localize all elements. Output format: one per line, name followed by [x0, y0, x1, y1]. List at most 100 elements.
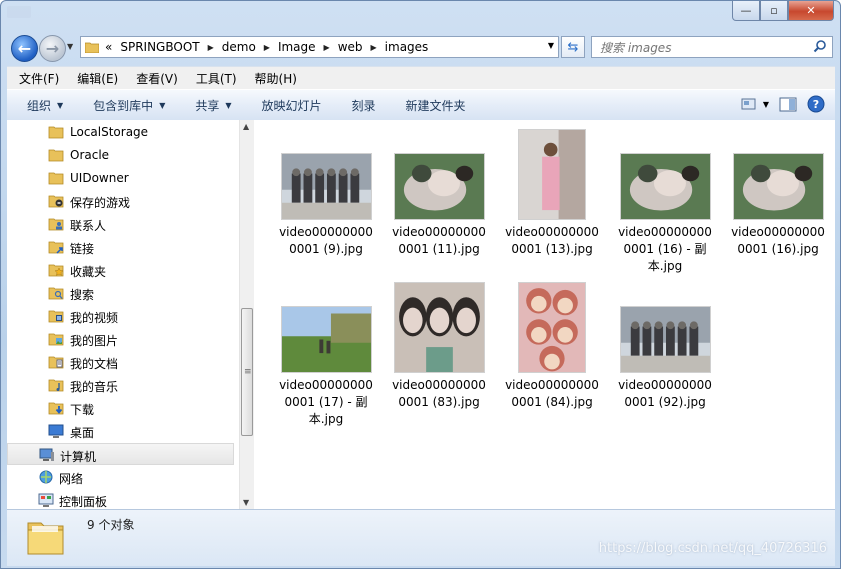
folder-icon: [48, 147, 64, 163]
sidebar-item[interactable]: 我的视频: [7, 305, 234, 327]
sidebar-item[interactable]: LocalStorage: [7, 121, 234, 143]
breadcrumb-item[interactable]: Image: [278, 40, 316, 54]
sidebar-item[interactable]: 控制面板: [7, 489, 234, 509]
main-pane: LocalStorage Oracle UIDowner 保存的游戏联系人链接 收藏夹搜…: [7, 120, 835, 509]
file-name-line: video00000000: [392, 378, 486, 392]
help-icon[interactable]: ?: [807, 95, 825, 113]
refresh-icon: ⇆: [567, 39, 579, 55]
address-bar[interactable]: « SPRINGBOOT ▶ demo ▶ Image ▶ web ▶ images ▼: [80, 36, 559, 58]
downloads-icon: [48, 400, 64, 416]
file-item[interactable]: video00000000 0001 (11).jpg: [383, 120, 495, 270]
sidebar-item-label: 网络: [59, 472, 84, 486]
breadcrumb-item[interactable]: web: [338, 40, 363, 54]
file-name: video00000000 0001 (11).jpg: [383, 224, 495, 258]
file-item[interactable]: video00000000 0001 (17) - 副本.jpg: [270, 273, 382, 426]
sidebar-item-label: 桌面: [70, 426, 95, 440]
sidebar-item[interactable]: 链接: [7, 236, 234, 258]
file-item[interactable]: video00000000 0001 (9).jpg: [270, 120, 382, 270]
sidebar-item-label: 控制面板: [59, 495, 108, 509]
file-item[interactable]: video00000000 0001 (13).jpg: [496, 120, 608, 270]
sidebar-item-label: 搜索: [70, 288, 95, 302]
file-item[interactable]: video00000000 0001 (16) - 副本.jpg: [609, 120, 721, 273]
sidebar-item[interactable]: 我的文档: [7, 351, 234, 373]
sidebar-item[interactable]: 联系人: [7, 213, 234, 235]
scroll-down-icon[interactable]: ▼: [243, 498, 249, 507]
item-count: 9 个对象: [87, 518, 135, 532]
sidebar-item[interactable]: 搜索: [7, 282, 234, 304]
file-item[interactable]: video00000000 0001 (92).jpg: [609, 273, 721, 423]
share-button[interactable]: 共享 ▼: [165, 97, 231, 114]
new-folder-button[interactable]: 新建文件夹: [376, 97, 466, 114]
file-name: video00000000 0001 (17) - 副本.jpg: [270, 377, 382, 428]
menu-file[interactable]: 文件(F): [7, 70, 65, 87]
menu-edit[interactable]: 编辑(E): [65, 70, 124, 87]
folder-icon: [27, 522, 64, 555]
forward-arrow-icon: →: [45, 39, 60, 58]
file-name-line: 0001 (13).jpg: [511, 242, 593, 256]
sidebar-item-label: 我的图片: [70, 334, 119, 348]
scroll-up-icon[interactable]: ▲: [243, 122, 249, 131]
breadcrumb-chevron-icon[interactable]: ▶: [371, 43, 377, 52]
include-in-library-button[interactable]: 包含到库中 ▼: [63, 97, 165, 114]
caption-buttons: — ▫ ✕: [732, 1, 834, 21]
search-input[interactable]: [598, 38, 802, 58]
organize-button[interactable]: 组织 ▼: [7, 97, 63, 114]
image-thumbnail: [280, 306, 372, 373]
menu-bar: 文件(F) 编辑(E) 查看(V) 工具(T) 帮助(H): [7, 66, 835, 89]
view-dropdown-icon[interactable]: ▼: [763, 100, 769, 109]
address-dropdown-icon[interactable]: ▼: [548, 41, 554, 50]
sidebar-item[interactable]: 收藏夹: [7, 259, 234, 281]
file-item[interactable]: video00000000 0001 (83).jpg: [383, 273, 495, 423]
slideshow-button[interactable]: 放映幻灯片: [232, 97, 322, 114]
sidebar-item[interactable]: 网络: [7, 466, 234, 488]
breadcrumb-chevron-icon[interactable]: ▶: [324, 43, 330, 52]
preview-pane-icon[interactable]: [779, 97, 797, 112]
file-name-line: video00000000: [392, 225, 486, 239]
breadcrumb-overflow[interactable]: «: [105, 40, 112, 54]
sidebar-item[interactable]: Oracle: [7, 144, 234, 166]
forward-button[interactable]: →: [39, 35, 66, 62]
menu-view[interactable]: 查看(V): [124, 70, 184, 87]
menu-tools[interactable]: 工具(T): [184, 70, 243, 87]
scrollbar-thumb[interactable]: ≡: [241, 308, 253, 436]
breadcrumb-item[interactable]: images: [385, 40, 429, 54]
maximize-button[interactable]: ▫: [760, 1, 788, 21]
search-box[interactable]: [591, 36, 833, 58]
breadcrumb-chevron-icon[interactable]: ▶: [264, 43, 270, 52]
file-list[interactable]: video00000000 0001 (9).jpg video00000000 00…: [255, 120, 835, 509]
history-dropdown-icon[interactable]: ▼: [67, 42, 73, 51]
explorer-window: — ▫ ✕ ← → ▼ « SPRINGBOOT ▶ demo ▶ Image ▶ w…: [0, 0, 841, 569]
change-view-icon[interactable]: [741, 98, 757, 111]
sidebar-item[interactable]: 桌面: [7, 420, 234, 442]
breadcrumb-chevron-icon[interactable]: ▶: [208, 43, 214, 52]
nav-scrollbar[interactable]: ▲ ≡ ▼: [239, 120, 254, 509]
sidebar-item[interactable]: 我的图片: [7, 328, 234, 350]
watermark: https://blog.csdn.net/qq_40726316: [598, 541, 827, 556]
image-thumbnail: [518, 129, 586, 220]
sidebar-item-label: Oracle: [70, 148, 110, 162]
title-bar[interactable]: — ▫ ✕: [1, 1, 840, 29]
navigation-tree[interactable]: LocalStorage Oracle UIDowner 保存的游戏联系人链接 收藏夹搜…: [7, 120, 239, 509]
sidebar-item[interactable]: 下载: [7, 397, 234, 419]
sidebar-item[interactable]: 我的音乐: [7, 374, 234, 396]
refresh-button[interactable]: ⇆: [561, 36, 585, 58]
file-name: video00000000 0001 (83).jpg: [383, 377, 495, 411]
close-button[interactable]: ✕: [788, 1, 834, 21]
file-item[interactable]: video00000000 0001 (16).jpg: [722, 120, 834, 270]
file-item[interactable]: video00000000 0001 (84).jpg: [496, 273, 608, 423]
sidebar-item[interactable]: UIDowner: [7, 167, 234, 189]
computer-icon: [39, 447, 55, 463]
sidebar-item[interactable]: 计算机: [7, 443, 234, 465]
breadcrumb-item[interactable]: demo: [222, 40, 256, 54]
burn-button[interactable]: 刻录: [322, 97, 376, 114]
menu-help[interactable]: 帮助(H): [243, 70, 303, 87]
sidebar-item-label: 联系人: [70, 219, 107, 233]
minimize-button[interactable]: —: [732, 1, 760, 21]
back-button[interactable]: ←: [11, 35, 38, 62]
breadcrumb-item[interactable]: SPRINGBOOT: [120, 40, 199, 54]
sidebar-item[interactable]: 保存的游戏: [7, 190, 234, 212]
sidebar-item-label: 我的视频: [70, 311, 119, 325]
file-name: video00000000 0001 (9).jpg: [270, 224, 382, 258]
search-icon[interactable]: [813, 39, 827, 53]
image-thumbnail: [619, 153, 711, 220]
